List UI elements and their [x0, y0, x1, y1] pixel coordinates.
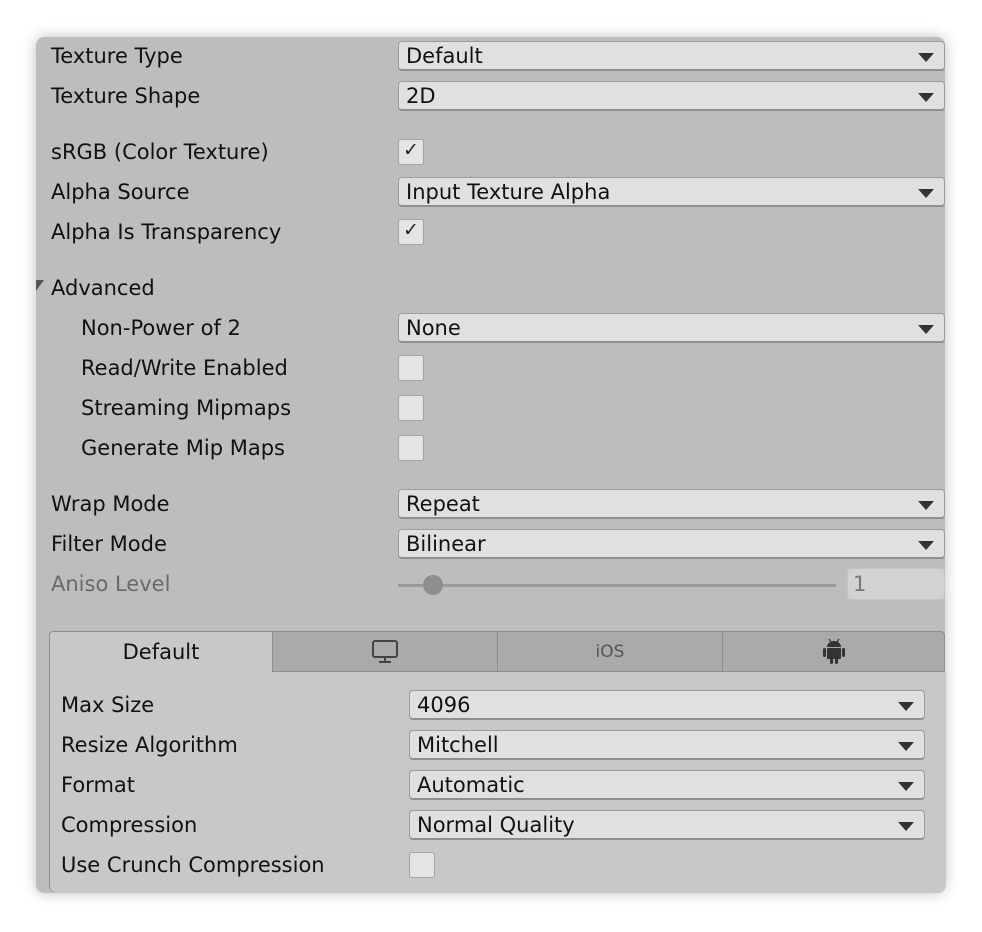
- aniso-level-row: Aniso Level 1: [36, 568, 945, 602]
- dropdown-value: Repeat: [406, 492, 480, 516]
- streaming-mipmaps-row: Streaming Mipmaps: [36, 392, 945, 426]
- texture-shape-row: Texture Shape 2D: [36, 80, 945, 114]
- alpha-transparency-label: Alpha Is Transparency: [51, 220, 282, 244]
- non-power-of-2-row: Non-Power of 2 None: [36, 312, 945, 346]
- filter-mode-label: Filter Mode: [51, 532, 167, 556]
- monitor-icon: [372, 640, 398, 663]
- format-row: Format Automatic: [50, 769, 936, 803]
- wrap-mode-dropdown[interactable]: Repeat: [398, 489, 945, 519]
- chevron-down-icon: [918, 325, 934, 334]
- platform-settings: Max Size 4096 Resize Algorithm Mitchell …: [49, 672, 946, 893]
- max-size-label: Max Size: [61, 693, 155, 717]
- resize-algorithm-label: Resize Algorithm: [61, 733, 238, 757]
- chevron-down-icon: [918, 189, 934, 198]
- chevron-down-icon: [898, 702, 914, 711]
- max-size-dropdown[interactable]: 4096: [409, 690, 925, 720]
- chevron-down-icon: [918, 53, 934, 62]
- aniso-slider-thumb[interactable]: [423, 575, 443, 595]
- aniso-slider-track[interactable]: [398, 584, 836, 587]
- texture-type-dropdown[interactable]: Default: [398, 41, 945, 71]
- android-icon: [822, 638, 845, 664]
- dropdown-value: 2D: [406, 84, 436, 108]
- dropdown-value: Default: [406, 44, 483, 68]
- read-write-checkbox[interactable]: [398, 355, 424, 381]
- compression-dropdown[interactable]: Normal Quality: [409, 810, 925, 840]
- resize-algorithm-dropdown[interactable]: Mitchell: [409, 730, 925, 760]
- aniso-level-input[interactable]: 1: [847, 568, 945, 600]
- tab-label: iOS: [595, 642, 625, 662]
- non-power-of-2-label: Non-Power of 2: [81, 316, 241, 340]
- texture-type-row: Texture Type Default: [36, 40, 945, 74]
- streaming-mipmaps-checkbox[interactable]: [398, 395, 424, 421]
- aniso-level-value: 1: [853, 572, 867, 596]
- alpha-source-label: Alpha Source: [51, 180, 190, 204]
- dropdown-value: Input Texture Alpha: [406, 180, 611, 204]
- chevron-down-icon: [918, 541, 934, 550]
- chevron-down-icon: [898, 822, 914, 831]
- wrap-mode-label: Wrap Mode: [51, 492, 170, 516]
- tab-ios[interactable]: iOS: [497, 631, 723, 672]
- srgb-row: sRGB (Color Texture) ✓: [36, 136, 945, 170]
- srgb-checkbox[interactable]: ✓: [398, 139, 424, 165]
- advanced-foldout[interactable]: Advanced: [36, 272, 945, 306]
- aniso-level-label: Aniso Level: [51, 572, 171, 596]
- chevron-down-icon: [918, 93, 934, 102]
- tab-default[interactable]: Default: [49, 631, 273, 672]
- wrap-mode-row: Wrap Mode Repeat: [36, 488, 945, 522]
- tab-label: Default: [122, 640, 200, 664]
- alpha-transparency-row: Alpha Is Transparency ✓: [36, 216, 945, 250]
- checkmark-icon: ✓: [403, 219, 419, 241]
- use-crunch-checkbox[interactable]: [409, 852, 435, 878]
- alpha-transparency-checkbox[interactable]: ✓: [398, 219, 424, 245]
- generate-mipmaps-row: Generate Mip Maps: [36, 432, 945, 466]
- texture-type-label: Texture Type: [51, 44, 183, 68]
- resize-algorithm-row: Resize Algorithm Mitchell: [50, 729, 936, 763]
- foldout-arrow-icon[interactable]: [36, 280, 44, 291]
- read-write-label: Read/Write Enabled: [81, 356, 288, 380]
- compression-row: Compression Normal Quality: [50, 809, 936, 843]
- generate-mipmaps-label: Generate Mip Maps: [81, 436, 285, 460]
- format-label: Format: [61, 773, 136, 797]
- tab-android[interactable]: [722, 631, 945, 672]
- alpha-source-dropdown[interactable]: Input Texture Alpha: [398, 177, 945, 207]
- compression-label: Compression: [61, 813, 198, 837]
- use-crunch-label: Use Crunch Compression: [61, 853, 325, 877]
- chevron-down-icon: [898, 742, 914, 751]
- max-size-row: Max Size 4096: [50, 689, 936, 723]
- platform-tabs: Default iOS: [49, 631, 945, 672]
- dropdown-value: 4096: [417, 693, 471, 717]
- dropdown-value: None: [406, 316, 461, 340]
- streaming-mipmaps-label: Streaming Mipmaps: [81, 396, 292, 420]
- chevron-down-icon: [898, 782, 914, 791]
- chevron-down-icon: [918, 501, 934, 510]
- dropdown-value: Normal Quality: [417, 813, 575, 837]
- tab-standalone[interactable]: [272, 631, 498, 672]
- texture-import-settings: Texture Type Default Texture Shape 2D sR…: [36, 37, 946, 893]
- format-dropdown[interactable]: Automatic: [409, 770, 925, 800]
- use-crunch-row: Use Crunch Compression: [50, 849, 936, 883]
- filter-mode-dropdown[interactable]: Bilinear: [398, 529, 945, 559]
- generate-mipmaps-checkbox[interactable]: [398, 435, 424, 461]
- texture-shape-label: Texture Shape: [51, 84, 201, 108]
- dropdown-value: Automatic: [417, 773, 525, 797]
- alpha-source-row: Alpha Source Input Texture Alpha: [36, 176, 945, 210]
- read-write-row: Read/Write Enabled: [36, 352, 945, 386]
- dropdown-value: Mitchell: [417, 733, 499, 757]
- non-power-of-2-dropdown[interactable]: None: [398, 313, 945, 343]
- checkmark-icon: ✓: [403, 139, 419, 161]
- advanced-label[interactable]: Advanced: [51, 276, 155, 300]
- filter-mode-row: Filter Mode Bilinear: [36, 528, 945, 562]
- srgb-label: sRGB (Color Texture): [51, 140, 269, 164]
- dropdown-value: Bilinear: [406, 532, 486, 556]
- texture-shape-dropdown[interactable]: 2D: [398, 81, 945, 111]
